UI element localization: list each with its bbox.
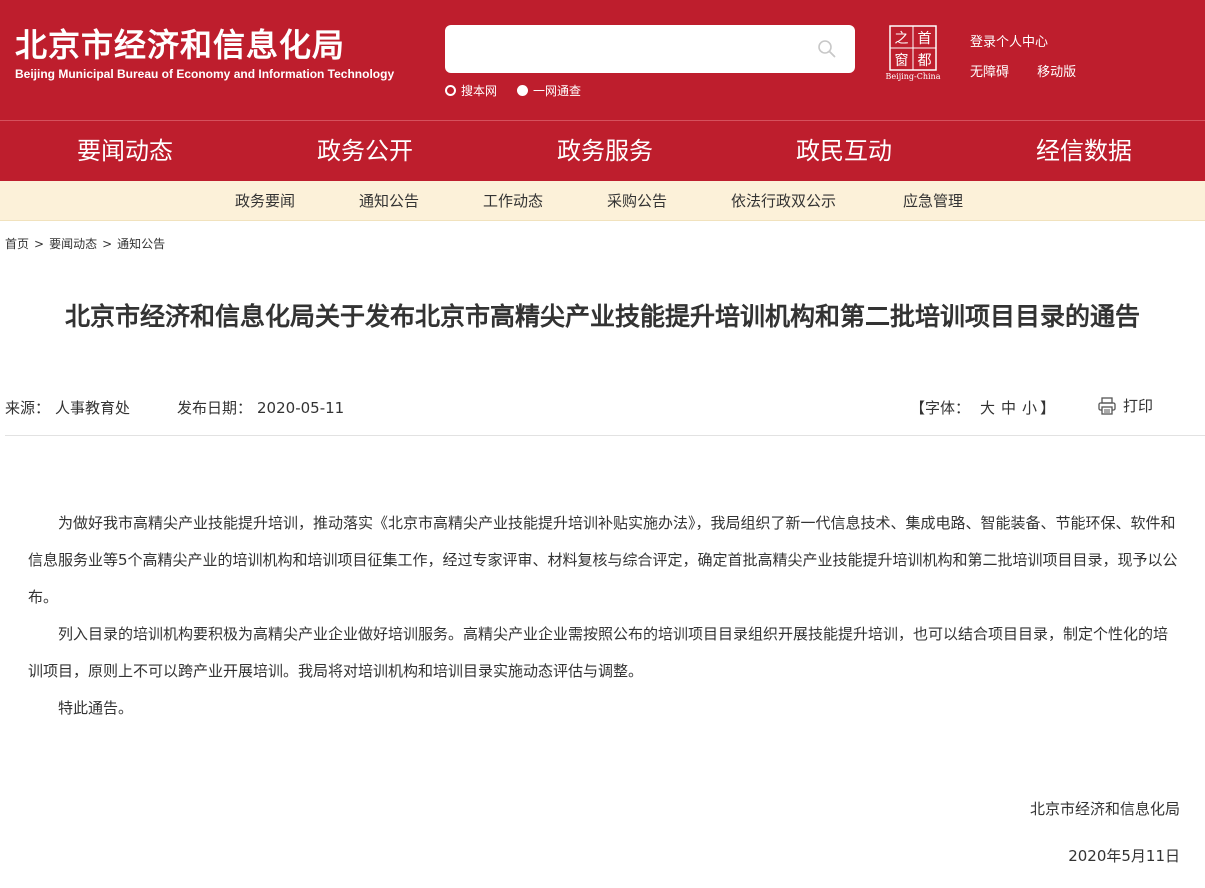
sub-nav-gov-news[interactable]: 政务要闻 [235,181,295,221]
radio-filled-icon[interactable] [517,85,528,96]
breadcrumb-separator: > [34,237,45,251]
breadcrumb-separator: > [102,237,113,251]
breadcrumb-notices[interactable]: 通知公告 [117,237,165,251]
nav-item-gov-affairs[interactable]: 政务公开 [245,121,485,181]
scope-site-label: 搜本网 [461,84,498,98]
source-label: 来源： [5,399,51,417]
font-size-switcher: 【字体： 大中小】 [910,397,1055,418]
article-paragraph: 列入目录的培训机构要积极为高精尖产业企业做好培训服务。高精尖产业企业需按照公布的… [28,625,1169,680]
article-title: 北京市经济和信息化局关于发布北京市高精尖产业技能提升培训机构和第二批培训项目目录… [64,302,1140,331]
scope-all-option[interactable]: 一网通查 [517,82,581,99]
emblem-caption: Beijing-China [885,72,941,81]
breadcrumb-home[interactable]: 首页 [5,237,29,251]
breadcrumb: 首页 > 要闻动态 > 通知公告 [5,235,165,252]
emblem-char-1: 首 [918,31,932,47]
nav-item-data[interactable]: 经信数据 [964,121,1204,181]
personal-center-link[interactable]: 个人中心 [996,35,1048,50]
sub-nav-notices[interactable]: 通知公告 [359,181,419,221]
search-input[interactable] [455,33,805,65]
emblem-char-4: 窗 [895,52,909,69]
print-button[interactable]: 打印 [1097,395,1153,416]
sub-nav-emergency[interactable]: 应急管理 [903,181,963,221]
article-sign-date: 2020年5月11日 [1068,847,1180,865]
font-size-label: 【字体： [910,399,971,417]
article-paragraph: 特此通告。 [58,699,134,717]
nav-item-label: 要闻动态 [77,124,173,184]
nav-item-news[interactable]: 要闻动态 [5,121,245,184]
scope-site-option[interactable]: 搜本网 [445,82,497,99]
utility-links: 无障碍 移动版 [970,61,1100,80]
nav-item-gov-services[interactable]: 政务服务 [485,121,725,181]
meta-divider [5,435,1205,436]
nav-item-label: 政务服务 [557,137,653,165]
accessibility-link[interactable]: 无障碍 [970,65,1009,80]
date-label: 发布日期： [177,399,253,417]
print-icon [1098,396,1116,415]
article-paragraph: 为做好我市高精尖产业技能提升培训，推动落实《北京市高精尖产业技能提升培训补贴实施… [28,514,1178,606]
font-size-end: 】 [1040,399,1056,417]
breadcrumb-news[interactable]: 要闻动态 [49,237,97,251]
nav-item-interaction[interactable]: 政民互动 [724,121,964,181]
login-link[interactable]: 登录 [970,35,996,50]
sub-nav: 政务要闻 通知公告 工作动态 采购公告 依法行政双公示 应急管理 [0,181,1205,221]
font-size-large[interactable]: 大 [980,399,995,417]
sub-nav-procurement[interactable]: 采购公告 [607,181,667,221]
article-source: 来源： 人事教育处 [5,397,130,418]
mobile-version-link[interactable]: 移动版 [1037,65,1076,80]
date-value: 2020-05-11 [257,399,345,417]
article-body: 为做好我市高精尖产业技能提升培训，推动落实《北京市高精尖产业技能提升培训补贴实施… [28,505,1178,727]
site-header: 北京市经济和信息化局 Beijing Municipal Bureau of E… [0,0,1205,120]
user-links: 登录个人中心 [970,31,1072,50]
scope-all-label: 一网通查 [533,84,582,98]
emblem-char-3: 之 [895,31,909,47]
radio-empty-icon[interactable] [445,85,456,96]
sub-nav-work-updates[interactable]: 工作动态 [483,181,543,221]
print-label: 打印 [1123,397,1154,415]
nav-item-label: 经信数据 [1036,137,1132,165]
nav-item-label: 政务公开 [317,137,413,165]
article-date: 发布日期： 2020-05-11 [177,397,344,418]
site-title[interactable]: 北京市经济和信息化局 [15,20,345,66]
search-icon[interactable] [817,39,837,59]
article-signature: 北京市经济和信息化局 [1029,800,1180,818]
site-subtitle: Beijing Municipal Bureau of Economy and … [15,67,395,81]
font-size-small[interactable]: 小 [1022,399,1037,417]
nav-item-label: 政民互动 [796,137,892,165]
search-box [445,25,855,73]
emblem-char-2: 都 [918,53,932,69]
sub-nav-public-disclosure[interactable]: 依法行政双公示 [731,181,836,221]
source-value: 人事教育处 [55,399,131,417]
main-nav: 要闻动态 政务公开 政务服务 政民互动 经信数据 [0,120,1205,184]
font-size-medium[interactable]: 中 [1001,399,1016,417]
